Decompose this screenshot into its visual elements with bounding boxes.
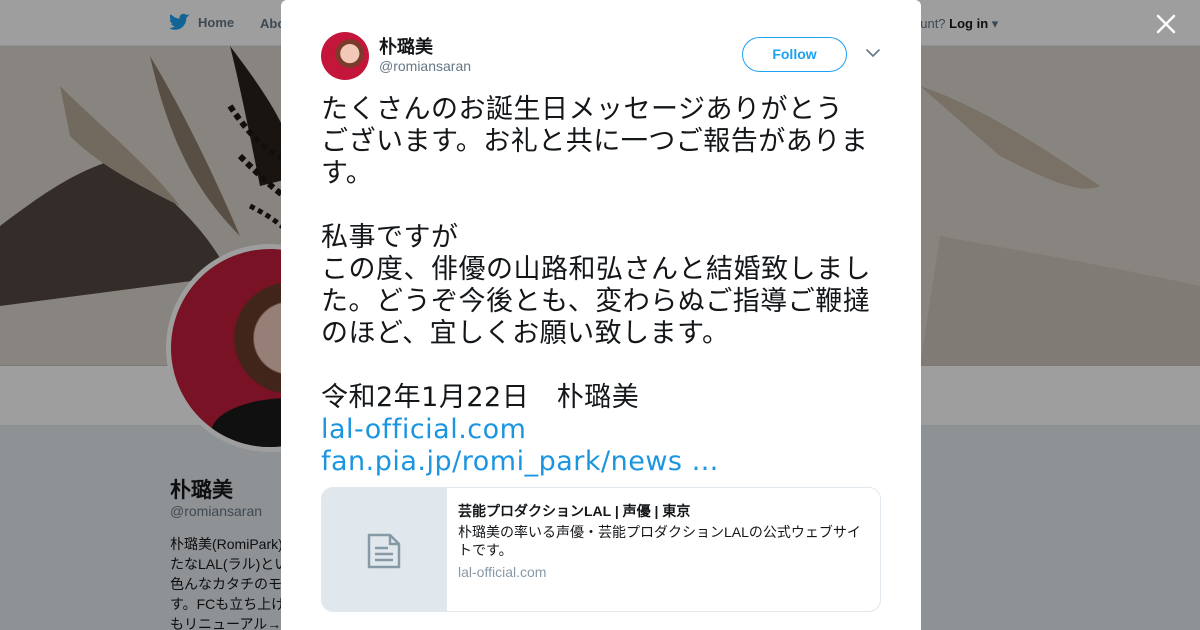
card-domain: lal-official.com	[458, 564, 547, 580]
tweet-text-blank-line	[321, 190, 886, 222]
card-thumbnail	[322, 488, 447, 611]
link-preview-card[interactable]: 芸能プロダクションLAL | 声優 | 東京 朴璐美の率いる声優・芸能プロダクシ…	[321, 487, 881, 612]
tweet-text-line: 令和2年1月22日 朴璐美	[321, 382, 640, 413]
tweet-link-lal[interactable]: lal-official.com	[321, 414, 886, 446]
tweet-text-line: のほど、宜しくお願い致します。	[321, 318, 730, 349]
tweet-text: たくさんのお誕生日メッセージありがとう ございます。お礼と共に一つご報告がありま…	[321, 94, 886, 478]
tweet-text-line: 私事ですが	[321, 222, 459, 253]
document-icon	[367, 533, 401, 569]
chevron-down-icon[interactable]	[864, 44, 882, 62]
follow-button[interactable]: Follow	[742, 37, 847, 72]
card-description: 朴璐美の率いる声優・芸能プロダクションLALの公式ウェブサイトです。	[458, 524, 861, 558]
close-icon[interactable]	[1152, 10, 1180, 38]
tweet-modal: 朴璐美 @romiansaran Follow たくさんのお誕生日メッセージあり…	[281, 0, 921, 630]
tweet-text-line: たくさんのお誕生日メッセージありがとう	[321, 94, 843, 125]
tweet-text-line: ございます。お礼と共に一つご報告がありま	[321, 126, 869, 157]
tweet-author-name[interactable]: 朴璐美	[379, 33, 433, 59]
tweet-text-line: この度、俳優の山路和弘さんと結婚致しまし	[321, 254, 871, 285]
tweet-text-blank-line	[321, 350, 886, 382]
card-title: 芸能プロダクションLAL | 声優 | 東京	[458, 503, 691, 519]
tweet-author-handle[interactable]: @romiansaran	[379, 58, 471, 74]
tweet-text-line: た。どうぞ今後とも、変わらぬご指導ご鞭撻	[321, 286, 871, 317]
tweet-link-fanpia[interactable]: fan.pia.jp/romi_park/news …	[321, 446, 886, 478]
tweet-text-line: す。	[321, 158, 374, 189]
tweet-author-avatar[interactable]	[321, 32, 369, 80]
